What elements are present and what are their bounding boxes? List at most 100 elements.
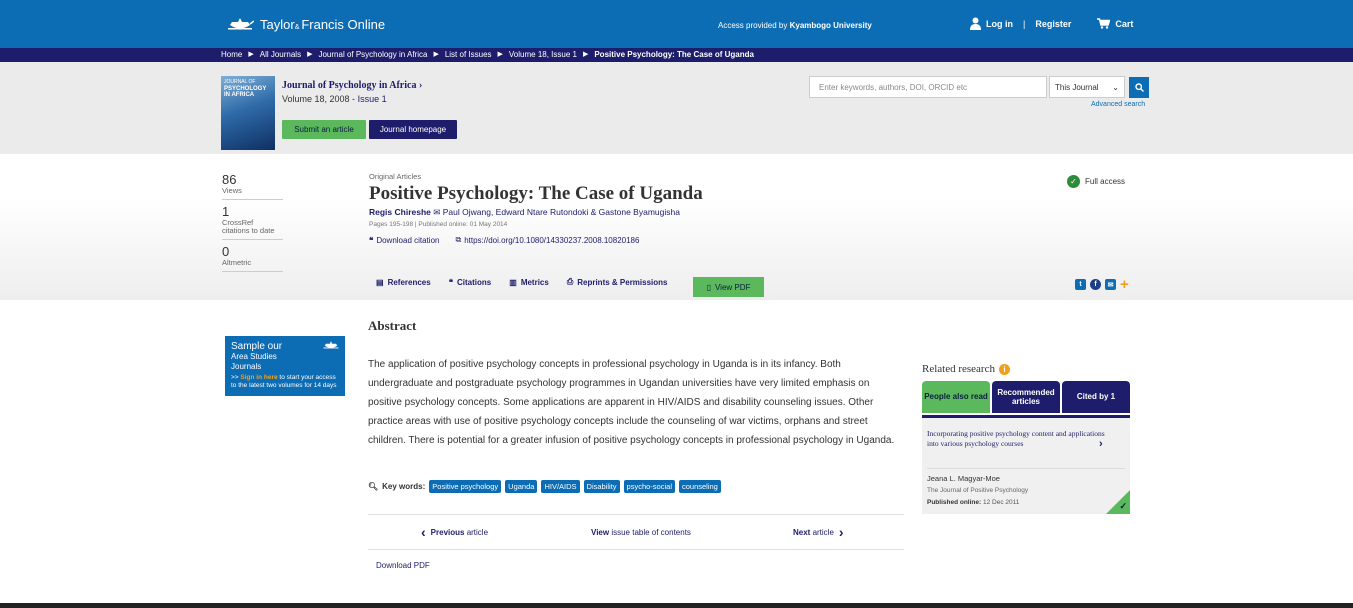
previous-article-link[interactable]: ‹ Previous article <box>421 524 488 540</box>
tab-metrics[interactable]: ▥ Metrics <box>509 278 549 287</box>
tab-cited-by[interactable]: Cited by 1 <box>1062 381 1130 413</box>
breadcrumb-volume[interactable]: Volume 18, Issue 1 <box>509 50 577 59</box>
check-icon: ✓ <box>1119 501 1127 511</box>
account-links: Log in | Register Cart <box>970 17 1133 30</box>
tab-references[interactable]: ▤ References <box>376 278 431 287</box>
user-icon <box>970 17 981 30</box>
twitter-icon[interactable]: t <box>1075 279 1086 290</box>
download-pdf-link[interactable]: Download PDF <box>376 561 430 570</box>
keyword-tag[interactable]: Disability <box>583 480 620 493</box>
sample-journals-promo[interactable]: Sample our Area Studies Journals >> Sign… <box>225 336 345 396</box>
article-type: Original Articles <box>369 172 422 181</box>
abstract-heading: Abstract <box>368 318 417 333</box>
issue-toc-link[interactable]: View issue table of contents <box>591 528 691 537</box>
print-icon: ⎙ <box>566 277 574 286</box>
article-authors: Regis Chireshe ✉ Paul Ojwang, Edward Nta… <box>369 207 680 218</box>
related-article-card: Incorporating positive psychology conten… <box>922 415 1130 514</box>
access-provided-text: Access provided by Kyambogo University <box>718 21 872 30</box>
chevron-left-icon: ‹ <box>421 524 426 540</box>
metric-crossref[interactable]: 1 CrossRef citations to date <box>222 204 283 240</box>
breadcrumb-separator-icon: ▶ <box>497 51 503 58</box>
breadcrumb: Home ▶ All Journals ▶ Journal of Psychol… <box>0 48 1353 62</box>
facebook-icon[interactable]: f <box>1090 279 1101 290</box>
related-article-title[interactable]: Incorporating positive psychology conten… <box>927 429 1107 449</box>
breadcrumb-separator-icon: ▶ <box>248 51 254 58</box>
related-research-heading: Related research i <box>922 363 1010 375</box>
email-icon[interactable]: ✉ <box>433 207 440 217</box>
register-link[interactable]: Register <box>1035 19 1071 29</box>
tab-recommended-articles[interactable]: Recommended articles <box>992 381 1060 413</box>
keywords: 🔍︎ Key words: Positive psychology Uganda… <box>368 480 721 493</box>
check-icon: ✓ <box>1067 175 1080 188</box>
article-metrics: 86 Views 1 CrossRef citations to date 0 … <box>222 172 283 276</box>
submit-article-button[interactable]: Submit an article <box>282 120 366 139</box>
search-icon <box>1134 83 1144 92</box>
cart-link[interactable]: Cart <box>1097 18 1133 29</box>
external-link-icon: ⧉ <box>455 235 462 244</box>
next-article-link[interactable]: Next article › <box>793 524 844 540</box>
author-link[interactable]: Regis Chireshe <box>369 207 431 217</box>
journal-volume: Volume 18, 2008 - Issue 1 <box>282 94 387 104</box>
chevron-right-icon: › <box>418 80 423 91</box>
related-article-journal: The Journal of Positive Psychology <box>927 487 1029 494</box>
bar-chart-icon: ▥ <box>509 277 517 287</box>
share-buttons: t f ✉ + <box>1075 277 1129 292</box>
issue-link[interactable]: Issue 1 <box>358 94 387 104</box>
article-pages: Pages 195-198 | Published online: 01 May… <box>369 221 508 228</box>
article-pager: ‹ Previous article View issue table of co… <box>368 514 904 550</box>
full-access-badge: ✓ Full access <box>1067 175 1125 188</box>
advanced-search-link[interactable]: Advanced search <box>1091 101 1145 108</box>
breadcrumb-journal[interactable]: Journal of Psychology in Africa <box>318 50 427 59</box>
doi-link[interactable]: ⧉ https://doi.org/10.1080/14330237.2008.1… <box>455 235 639 245</box>
breadcrumb-list-of-issues[interactable]: List of Issues <box>445 50 492 59</box>
search-button[interactable] <box>1129 77 1149 98</box>
chevron-right-icon: › <box>838 524 844 540</box>
view-pdf-button[interactable]: ▯ View PDF <box>693 277 764 297</box>
footer-strip <box>0 603 1353 608</box>
search-scope-select[interactable]: This Journal ⌄ <box>1049 76 1125 98</box>
book-icon: ▤ <box>376 277 384 287</box>
link-divider: | <box>1023 18 1026 29</box>
chevron-right-icon[interactable]: › <box>1099 438 1103 450</box>
breadcrumb-separator-icon: ▶ <box>582 51 589 58</box>
article-tabs: ▤ References ❝ Citations ▥ Metrics ⎙ Reprint… <box>376 277 685 287</box>
site-logo[interactable]: Taylor& Francis Online <box>226 16 385 32</box>
metric-altmetric[interactable]: 0 Altmetric <box>222 244 283 272</box>
related-article-author: Jeana L. Magyar-Moe <box>927 474 1000 483</box>
login-link[interactable]: Log in <box>970 17 1013 30</box>
search-input[interactable]: Enter keywords, authors, DOI, ORCID etc <box>809 76 1047 98</box>
breadcrumb-separator-icon: ▶ <box>433 51 439 58</box>
cart-icon <box>1097 18 1111 29</box>
breadcrumb-all-journals[interactable]: All Journals <box>260 50 301 59</box>
keyword-tag[interactable]: psycho-social <box>623 480 675 493</box>
download-citation-link[interactable]: ❝ Download citation <box>369 235 439 245</box>
tab-people-also-read[interactable]: People also read <box>922 381 990 413</box>
journal-homepage-button[interactable]: Journal homepage <box>369 120 457 139</box>
email-share-icon[interactable]: ✉ <box>1105 279 1116 290</box>
citation-links: ❝ Download citation ⧉ https://doi.org/10.1… <box>369 235 639 245</box>
brand-name: Taylor& Francis Online <box>260 16 386 32</box>
pdf-icon: ▯ <box>706 282 711 292</box>
keyword-tag[interactable]: Positive psychology <box>429 480 502 493</box>
metric-views[interactable]: 86 Views <box>222 172 283 200</box>
more-share-icon[interactable]: + <box>1120 277 1129 292</box>
chevron-down-icon: ⌄ <box>1112 82 1119 92</box>
author-links[interactable]: Paul Ojwang, Edward Ntare Rutondoki & Ga… <box>443 207 680 217</box>
keyword-tag[interactable]: HIV/AIDS <box>541 480 580 493</box>
teapot-logo-icon <box>228 18 254 30</box>
breadcrumb-home[interactable]: Home <box>221 50 242 59</box>
tab-reprints[interactable]: ⎙ Reprints & Permissions <box>567 277 668 287</box>
journal-title-link[interactable]: Journal of Psychology in Africa › <box>282 80 422 91</box>
journal-cover[interactable]: JOURNAL OF PSYCHOLOGY IN AFRICA <box>221 76 275 150</box>
sign-in-link[interactable]: Sign in here <box>240 374 277 381</box>
top-header: Taylor& Francis Online Access provided b… <box>0 0 1353 48</box>
breadcrumb-current: Positive Psychology: The Case of Uganda <box>594 50 754 59</box>
related-article-date: Published online: 12 Dec 2011 <box>927 499 1020 506</box>
keyword-tag[interactable]: counseling <box>678 480 721 493</box>
tab-citations[interactable]: ❝ Citations <box>449 278 492 287</box>
keyword-tag[interactable]: Uganda <box>505 480 538 493</box>
info-icon[interactable]: i <box>998 363 1010 375</box>
teapot-logo-icon <box>323 341 339 349</box>
card-divider <box>927 468 1125 469</box>
breadcrumb-separator-icon: ▶ <box>307 51 313 58</box>
